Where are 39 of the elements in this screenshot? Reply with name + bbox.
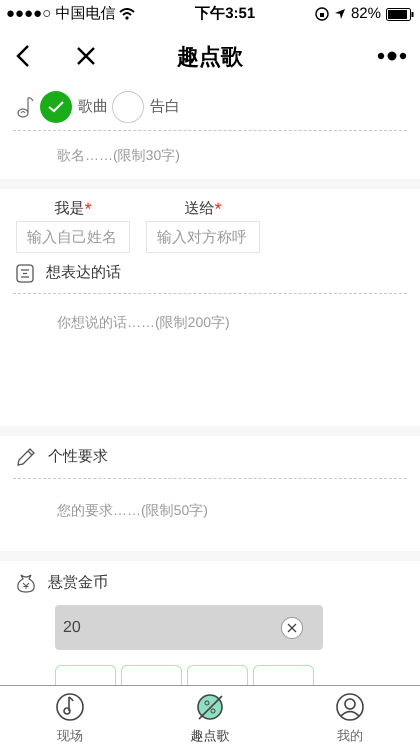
name-field[interactable]: 输入自己姓名 — [16, 221, 130, 253]
reward-field[interactable]: 20 — [55, 605, 323, 650]
tab-bar-item[interactable]: 现场 — [0, 686, 140, 746]
user-icon — [335, 692, 365, 722]
back-icon — [16, 44, 30, 68]
document-icon — [16, 264, 34, 282]
required-mark: * — [84, 200, 92, 218]
location-arrow-icon — [334, 8, 346, 20]
section-heading: 悬赏金币 — [48, 572, 108, 593]
section-heading: 想表达的话 — [46, 262, 121, 283]
type-radio[interactable]: 歌曲 — [40, 91, 108, 123]
money-bag-icon — [16, 573, 36, 593]
close-icon — [76, 46, 96, 66]
tab-bar-item[interactable]: 我的 — [280, 686, 420, 746]
close-icon — [287, 622, 297, 632]
message-field[interactable]: 你想说的话……(限制200字) — [0, 294, 420, 426]
rotation-lock-icon — [314, 7, 329, 21]
reward-value: 20 — [63, 618, 82, 638]
clear-button[interactable] — [281, 616, 303, 638]
field-label: 送给 — [184, 198, 214, 219]
song-name-field[interactable]: 歌名……(限制30字) — [0, 131, 420, 179]
tab-bar-item[interactable]: 趣点歌 — [140, 686, 280, 746]
page-title: 趣点歌 — [177, 42, 243, 70]
name-field[interactable]: 输入对方称呼 — [146, 221, 260, 253]
music-note-circle-icon — [55, 692, 85, 722]
field-label: 我是 — [54, 198, 84, 219]
wifi-icon — [119, 8, 136, 20]
pencil-icon — [16, 447, 36, 467]
status-time: 下午3:51 — [195, 4, 256, 24]
required-mark: * — [214, 200, 222, 218]
request-field[interactable]: 您的要求……(限制50字) — [0, 479, 420, 541]
check-icon — [48, 101, 64, 113]
battery-icon — [386, 8, 414, 20]
battery-percent: 82% — [350, 4, 381, 24]
type-radio[interactable]: 告白 — [112, 91, 180, 123]
carrier-label: ●●●●○ 中国电信 — [6, 4, 116, 24]
more-icon — [377, 51, 407, 61]
section-heading: 个性要求 — [48, 446, 108, 467]
planet-icon — [195, 692, 225, 722]
